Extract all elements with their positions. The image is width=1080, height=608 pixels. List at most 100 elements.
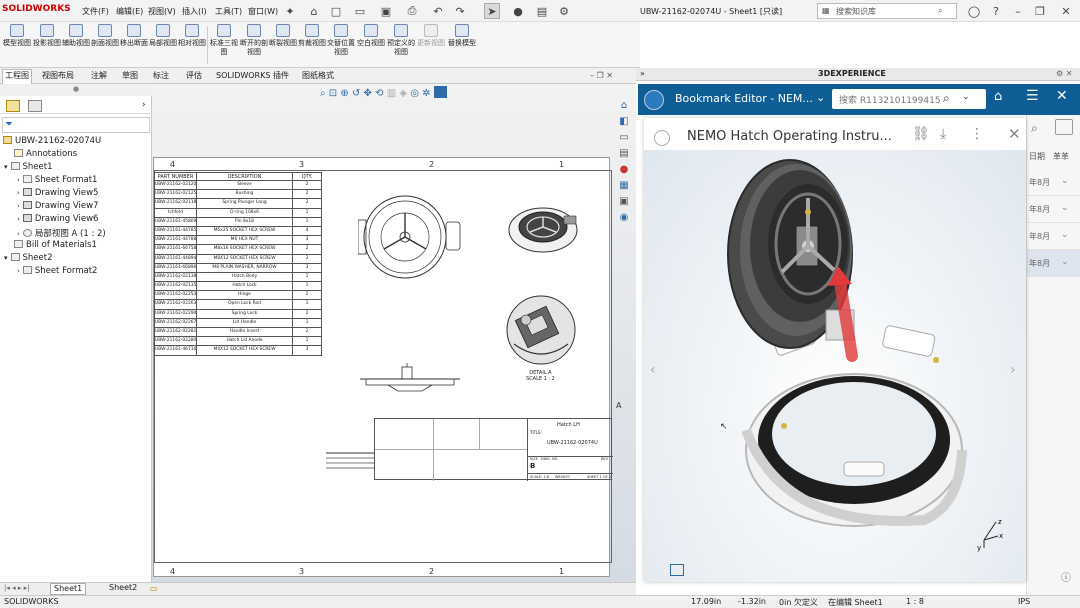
display-icon[interactable]: ◈ <box>399 88 407 99</box>
expand-icon[interactable]: › <box>17 202 20 210</box>
link-icon[interactable]: ⛓ <box>912 126 930 142</box>
sheet-nav-arrows-icon[interactable]: |◂ ◂ ▸ ▸| <box>4 584 29 592</box>
options-gear-icon[interactable]: ⚙ <box>556 3 572 19</box>
crop-view-button[interactable]: 剪裁视图 <box>297 24 327 66</box>
panel-window-controls-icon[interactable]: – ❐ ✕ <box>590 71 613 80</box>
tree-item-sheet2[interactable]: ▾ Sheet2 <box>4 253 53 263</box>
search-options-chevron-icon[interactable]: ⌄ <box>962 92 970 102</box>
prev-arrow-icon[interactable]: ‹ <box>650 362 656 378</box>
close-icon[interactable]: ✕ <box>1058 3 1074 19</box>
tab-drawing[interactable]: 工程图 <box>2 69 32 84</box>
drawing-sheet[interactable]: 4 3 2 1 4 3 2 1 A PART NUMBER DESCRIPTIO… <box>153 157 621 577</box>
rebuild-icon[interactable]: ● <box>510 3 526 19</box>
expand-icon[interactable]: › <box>17 176 20 184</box>
viewer-settings-icon[interactable] <box>670 564 684 576</box>
monitor-icon[interactable] <box>433 86 447 98</box>
undo-icon[interactable]: ↶ <box>430 3 446 19</box>
tree-item-annotations[interactable]: Annotations <box>14 149 77 159</box>
section-icon[interactable]: ▥ <box>387 88 396 99</box>
expand-icon[interactable]: › <box>17 230 20 238</box>
menu-window[interactable]: 窗口(W) <box>248 6 278 17</box>
hatch-top-view[interactable] <box>358 194 462 282</box>
rotate-icon[interactable]: ⟲ <box>375 88 383 99</box>
title-block[interactable]: Hatch LH TITLE: UBW-21162-02074U SIZE DW… <box>374 418 613 481</box>
update-view-button[interactable]: 更新视图 <box>416 24 446 66</box>
forum-icon[interactable]: ▣ <box>614 196 634 212</box>
redo-icon[interactable]: ↷ <box>452 3 468 19</box>
search-icon[interactable]: ⌕ <box>938 6 942 16</box>
compass-icon[interactable] <box>644 90 664 110</box>
tab-sheet-format[interactable]: 图纸格式 <box>302 70 334 81</box>
search-icon[interactable]: ⌕ <box>943 91 950 106</box>
pan-icon[interactable]: ✥ <box>364 88 372 99</box>
tab-evaluate[interactable]: 评估 <box>186 70 202 81</box>
row-chevron-icon[interactable]: ⌄ <box>1061 203 1069 213</box>
predefined-view-button[interactable]: 预定义的视图 <box>386 24 416 66</box>
tag-icon[interactable]: ⌂ <box>994 89 1002 104</box>
next-arrow-icon[interactable]: › <box>1010 362 1016 378</box>
section-view-button[interactable]: 剖面视图 <box>90 24 120 66</box>
zoom-area-icon[interactable]: ⊡ <box>329 88 337 99</box>
tree-item-sheet1[interactable]: ▾ Sheet1 <box>4 162 53 172</box>
sheet-tab-sheet2[interactable]: Sheet2 <box>106 583 140 595</box>
bookmark-search-input[interactable]: 搜索 R1132101199415 ⌕ ⌄ <box>832 89 986 109</box>
hatch-3d-model[interactable] <box>724 150 974 550</box>
file-explorer-icon[interactable]: ▭ <box>614 132 634 148</box>
removed-section-button[interactable]: 移出断面 <box>119 24 149 66</box>
add-sheet-icon[interactable]: ▭ <box>150 584 158 593</box>
collapse-icon[interactable]: ▾ <box>4 254 8 262</box>
tab-view-layout[interactable]: 视图布局 <box>42 70 74 81</box>
design-library-icon[interactable]: ⌂ <box>614 100 634 116</box>
user-icon[interactable]: ◯ <box>966 3 982 19</box>
previous-view-icon[interactable]: ↺ <box>352 88 360 99</box>
feature-tree-tab-icon[interactable] <box>6 100 20 112</box>
auxiliary-view-button[interactable]: 辅助视图 <box>61 24 91 66</box>
help-icon[interactable]: ? <box>988 3 1004 19</box>
3d-viewer[interactable]: ‹ › z x y ↖ <box>644 150 1026 582</box>
row-chevron-icon[interactable]: ⌄ <box>1061 230 1069 240</box>
break-view-button[interactable]: 断裂视图 <box>268 24 298 66</box>
minimize-icon[interactable]: – <box>1010 3 1026 19</box>
list-item[interactable]: 年8月 ⌄ <box>1027 196 1080 223</box>
pin-icon[interactable]: ✦ <box>282 3 298 19</box>
list-toggle-icon[interactable] <box>1055 119 1073 135</box>
tree-item-drawing-view6[interactable]: › Drawing View6 <box>17 214 98 224</box>
detail-view-a[interactable] <box>504 294 578 366</box>
tree-filter-input[interactable]: ⏷ <box>2 117 150 133</box>
list-item-selected[interactable]: 年8月 ⌄ <box>1027 250 1080 277</box>
tree-item-drawing-view5[interactable]: › Drawing View5 <box>17 188 98 198</box>
list-item[interactable]: 年8月 ⌄ <box>1027 169 1080 196</box>
tab-sketch[interactable]: 草图 <box>122 70 138 81</box>
list-item[interactable]: 年8月 ⌄ <box>1027 223 1080 250</box>
replace-model-button[interactable]: 替换模型 <box>447 24 477 66</box>
home-icon[interactable]: ⌂ <box>306 3 322 19</box>
list-search-icon[interactable]: ⌕ <box>1031 121 1038 136</box>
bom-table[interactable]: PART NUMBER DESCRIPTION QTY. UBW-21162-0… <box>154 172 322 356</box>
tree-item-drawing-view7[interactable]: › Drawing View7 <box>17 201 98 211</box>
menu-tools[interactable]: 工具(T) <box>215 6 242 17</box>
expand-chevron-icon[interactable]: › <box>142 100 146 110</box>
tree-item-sheet-format1[interactable]: › Sheet Format1 <box>17 175 97 185</box>
zoom-fit-icon[interactable]: ⌕ <box>320 88 326 99</box>
tab-markup[interactable]: 标注 <box>153 70 169 81</box>
more-options-icon[interactable]: ⋮ <box>970 126 984 142</box>
tab-addins[interactable]: SOLIDWORKS 插件 <box>216 70 289 81</box>
alternate-position-view-button[interactable]: 交替位置视图 <box>326 24 356 66</box>
drawing-canvas[interactable]: ⌕ ⊡ ⊕ ↺ ✥ ⟲ ▥ ◈ ◎ ✲ 4 3 2 1 4 3 2 1 A PA… <box>152 84 636 582</box>
tree-root[interactable]: UBW-21162-02074U <box>3 136 101 146</box>
expand-icon[interactable]: › <box>17 189 20 197</box>
zoom-icon[interactable]: ⊕ <box>340 88 348 99</box>
dropdown-chevron-icon[interactable]: ⌄ <box>816 91 825 104</box>
collapse-pane-icon[interactable]: » <box>640 69 645 78</box>
menu-edit[interactable]: 编辑(E) <box>116 6 143 17</box>
tree-item-bom[interactable]: Bill of Materials1 <box>14 240 97 250</box>
hatch-isometric-view[interactable] <box>506 200 580 258</box>
pane-options-icon[interactable]: ⚙ ✕ <box>1056 69 1072 78</box>
expand-icon[interactable]: › <box>17 215 20 223</box>
appearances-icon[interactable]: ● <box>614 164 634 180</box>
view-palette-icon[interactable]: ▤ <box>614 148 634 164</box>
tree-item-sheet-format2[interactable]: › Sheet Format2 <box>17 266 97 276</box>
custom-properties-icon[interactable]: ▦ <box>614 180 634 196</box>
restore-icon[interactable]: ❐ <box>1032 3 1048 19</box>
menu-insert[interactable]: 插入(I) <box>182 6 207 17</box>
